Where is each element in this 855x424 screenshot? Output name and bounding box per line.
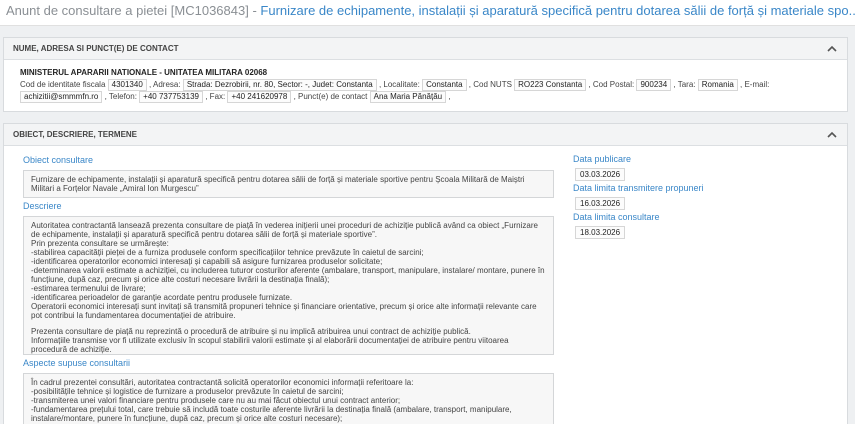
page-header: Anunt de consultare a pietei [MC1036843]…	[0, 0, 855, 26]
organization-name: MINISTERUL APARARII NATIONALE - UNITATEA…	[20, 68, 268, 77]
fiscal-code-value: 4301340	[107, 79, 147, 91]
subject-label: Obiect consultare	[23, 155, 94, 165]
contact-fields: Cod de identitate fiscala 4301340 , Adre…	[20, 79, 847, 103]
description-note: Prezenta consultare de piață nu reprezin…	[31, 327, 471, 336]
country-label: , Tara:	[673, 80, 696, 89]
subject-box: Furnizare de echipamente, instalații și …	[23, 170, 554, 198]
description-line: Autoritatea contractantă lansează prezen…	[31, 221, 538, 239]
address-label: , Adresa:	[149, 80, 181, 89]
page-title: Furnizare de echipamente, instalații și …	[260, 3, 855, 18]
publish-date-label: Data publicare	[573, 154, 632, 164]
contact-panel: NUME, ADRESA SI PUNCT(E) DE CONTACT MINI…	[3, 37, 848, 112]
description-line: Operatorii economici interesați sunt inv…	[31, 302, 537, 320]
contact-person-value: Ana Maria Pănățău	[369, 91, 447, 103]
description-box: Autoritatea contractantă lansează prezen…	[23, 216, 554, 355]
notice-id-prefix: Anunt de consultare a pietei [MC1036843]…	[6, 3, 257, 18]
aspects-line: În cadrul prezentei consultări, autorita…	[31, 378, 414, 387]
postal-code-label: , Cod Postal:	[588, 80, 635, 89]
description-line: -determinarea valorii estimate a achiziț…	[31, 266, 545, 284]
aspects-label: Aspecte supuse consultarii	[23, 358, 131, 368]
email-value: achizitii@smmmfn.ro	[20, 91, 103, 103]
proposals-deadline-label: Data limita transmitere propuneri	[573, 183, 704, 193]
phone-value: +40 737753139	[139, 91, 203, 103]
publish-date-value: 03.03.2026	[575, 168, 625, 181]
description-label: Descriere	[23, 201, 62, 211]
nuts-value: RO223 Constanta	[514, 79, 587, 91]
object-panel: OBIECT, DESCRIERE, TERMENE Obiect consul…	[3, 123, 848, 424]
country-value: Romania	[697, 79, 738, 91]
email-label: , E-mail:	[740, 80, 770, 89]
chevron-up-icon[interactable]	[825, 42, 839, 54]
consultation-deadline-value: 18.03.2026	[575, 226, 625, 239]
subject-text: Furnizare de echipamente, instalații și …	[31, 175, 525, 193]
contact-end: ,	[448, 92, 451, 101]
description-line: -identificarea perioadelor de garanție a…	[31, 293, 293, 302]
aspects-line: -fundamentarea prețului total, care treb…	[31, 405, 512, 423]
aspects-box: În cadrul prezentei consultări, autorita…	[23, 373, 554, 424]
aspects-line: -posibilitățile tehnice și logistice de …	[31, 387, 344, 396]
description-line: -estimarea termenului de livrare;	[31, 284, 146, 293]
contact-panel-title: NUME, ADRESA SI PUNCT(E) DE CONTACT	[13, 44, 179, 53]
object-panel-title: OBIECT, DESCRIERE, TERMENE	[13, 130, 138, 139]
fax-label: , Fax:	[205, 92, 226, 101]
consultation-deadline-label: Data limita consultare	[573, 212, 660, 222]
chevron-up-icon[interactable]	[825, 128, 839, 140]
locality-value: Constanta	[422, 79, 467, 91]
fiscal-code-label: Cod de identitate fiscala	[20, 80, 106, 89]
fax-value: +40 241620978	[227, 91, 292, 103]
object-panel-header[interactable]: OBIECT, DESCRIERE, TERMENE	[4, 124, 847, 146]
phone-label: , Telefon:	[104, 92, 137, 101]
postal-code-value: 900234	[636, 79, 672, 91]
aspects-line: -transmiterea unei valori financiare pen…	[31, 396, 401, 405]
address-value: Strada: Dezrobirii, nr. 80, Sector: -, J…	[182, 79, 377, 91]
locality-label: , Localitate:	[378, 80, 420, 89]
contact-details: MINISTERUL APARARII NATIONALE - UNITATEA…	[4, 60, 847, 103]
nuts-label: , Cod NUTS	[468, 80, 512, 89]
proposals-deadline-value: 16.03.2026	[575, 197, 625, 210]
description-line: -stabilirea capacității pieței de a furn…	[31, 248, 424, 257]
description-line: Prin prezenta consultare se urmărește:	[31, 239, 169, 248]
contact-panel-header[interactable]: NUME, ADRESA SI PUNCT(E) DE CONTACT	[4, 38, 847, 60]
contact-person-label: , Punct(e) de contact	[293, 92, 368, 101]
description-note: Informațiile transmise vor fi utilizate …	[31, 336, 509, 354]
description-line: -identificarea operatorilor economici in…	[31, 257, 383, 266]
